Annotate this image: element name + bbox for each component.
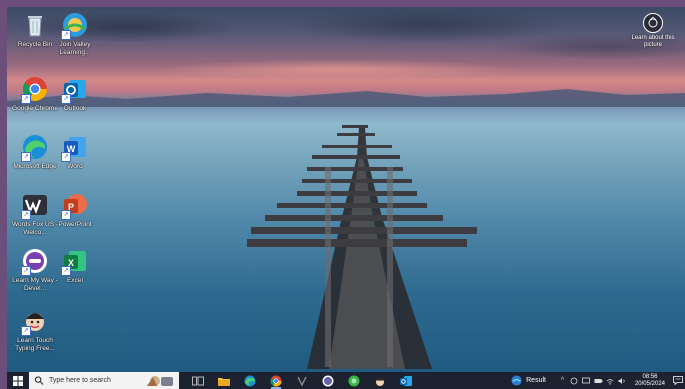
taskbar-task-view[interactable] (185, 372, 211, 389)
shortcut-arrow-icon: ↗ (21, 94, 31, 104)
shortcut-arrow-icon: ↗ (61, 30, 71, 40)
windows-logo-icon (13, 375, 23, 386)
desktop-icon-join-valley-learning[interactable]: ↗ Join Valley Learning... (50, 11, 100, 56)
taskbar: Type here to search Result ^ 08:56 20/05… (7, 372, 685, 389)
desktop-icon-label: Outlook (63, 105, 87, 112)
taskbar-file-explorer[interactable] (211, 372, 237, 389)
shortcut-arrow-icon: ↗ (21, 152, 31, 162)
learn-about-picture-label: Learn about this picture (631, 35, 675, 48)
taskbar-search-box[interactable]: Type here to search (29, 372, 179, 389)
shortcut-arrow-icon: ↗ (21, 326, 31, 336)
recycle-bin-icon (21, 11, 49, 39)
start-button[interactable] (7, 372, 29, 389)
wallpaper-pier (247, 125, 477, 369)
desktop-icon-label: Learn Touch Typing Free... (15, 337, 55, 352)
chevron-up-icon[interactable]: ^ (558, 376, 567, 385)
character-icon (376, 377, 384, 386)
search-placeholder: Type here to search (49, 377, 111, 384)
battery-icon[interactable] (594, 376, 603, 385)
folder-icon (218, 377, 230, 386)
shortcut-arrow-icon: ↗ (21, 266, 31, 276)
learn-my-way-icon: ↗ (21, 247, 49, 276)
wifi-icon[interactable] (606, 376, 615, 385)
camera-lens-icon (643, 13, 663, 33)
shortcut-arrow-icon: ↗ (61, 94, 71, 104)
clock-date: 20/05/2024 (634, 380, 665, 387)
powerpoint-icon: P ↗ (61, 191, 89, 220)
desktop-screen: Recycle Bin ↗ Join Valley Learning... ↗ … (7, 7, 685, 389)
desktop-icon-word[interactable]: W ↗ Word (50, 133, 100, 171)
desktop-icon-label: Excel (67, 277, 83, 284)
shortcut-arrow-icon: ↗ (61, 152, 71, 162)
desktop-icon-powerpoint[interactable]: P ↗ PowerPoint (50, 191, 100, 229)
system-tray: ^ (558, 376, 627, 385)
desktop-icon-label: Word (67, 163, 83, 170)
taskbar-green-app[interactable] (341, 372, 367, 389)
taskbar-typing-app[interactable] (367, 372, 393, 389)
shortcut-arrow-icon: ↗ (61, 210, 71, 220)
chrome-icon (270, 375, 282, 387)
chrome-icon: ↗ (21, 75, 49, 104)
word-icon: W ↗ (61, 133, 89, 162)
volume-icon[interactable] (618, 376, 627, 385)
desktop-icon-label: PowerPoint (58, 221, 92, 228)
learn-touch-typing-icon: ↗ (21, 307, 49, 336)
join-valley-learning-icon: ↗ (61, 11, 89, 40)
outlook-icon (400, 375, 412, 386)
search-highlight-illustration-icon (147, 376, 173, 386)
clock-time: 08:56 (642, 373, 658, 380)
taskbar-edge[interactable] (237, 372, 263, 389)
desktop-icon-excel[interactable]: X ↗ Excel (50, 247, 100, 285)
display-icon[interactable] (582, 376, 591, 385)
taskbar-widget[interactable] (289, 372, 315, 389)
shortcut-arrow-icon: ↗ (21, 210, 31, 220)
notification-center-button[interactable] (671, 372, 685, 389)
taskbar-teams[interactable] (315, 372, 341, 389)
learn-about-picture-widget[interactable]: Learn about this picture (627, 13, 679, 49)
teams-icon (322, 375, 334, 386)
taskbar-clock[interactable]: 08:56 20/05/2024 (635, 374, 665, 388)
desktop-icon-label: Join Valley Learning... (59, 41, 91, 56)
words-fox-icon: ↗ (21, 191, 49, 220)
excel-icon: X ↗ (61, 247, 89, 276)
taskbar-right: Result ^ 08:56 20/05/2024 (511, 372, 685, 389)
task-view-icon (192, 376, 204, 385)
outlook-icon: ↗ (61, 75, 89, 104)
edge-icon (244, 375, 256, 386)
shortcut-arrow-icon: ↗ (61, 266, 71, 276)
green-app-icon (348, 375, 360, 386)
desktop-icon-learn-touch-typing[interactable]: ↗ Learn Touch Typing Free... (10, 307, 60, 352)
weather-icon (511, 375, 522, 386)
notification-icon (673, 376, 683, 385)
taskbar-chrome[interactable] (263, 372, 289, 389)
widget-icon (297, 376, 307, 387)
taskbar-weather[interactable]: Result (511, 375, 546, 386)
network-icon[interactable] (570, 376, 579, 385)
taskbar-outlook[interactable] (393, 372, 419, 389)
weather-label: Result (526, 377, 546, 384)
taskbar-apps (185, 372, 419, 389)
search-icon (34, 376, 44, 385)
edge-icon: ↗ (21, 133, 49, 162)
desktop-icon-outlook[interactable]: ↗ Outlook (50, 75, 100, 113)
